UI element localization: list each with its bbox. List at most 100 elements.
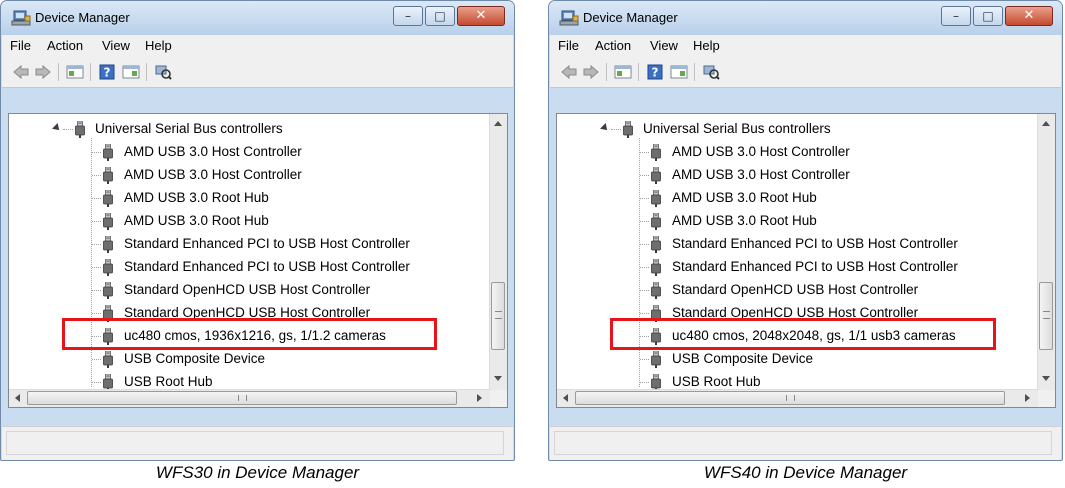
usb-plug-icon — [103, 166, 113, 184]
device-manager-window: Device Manager – □ ✕ File Action View He… — [0, 0, 515, 461]
tree-line — [92, 175, 101, 176]
horizontal-scroll-thumb[interactable] — [27, 391, 457, 405]
scroll-right-icon[interactable] — [477, 394, 482, 402]
vertical-scroll-thumb[interactable] — [1039, 282, 1053, 350]
scroll-down-icon[interactable] — [494, 376, 502, 381]
tree-line — [92, 313, 101, 314]
scroll-up-icon[interactable] — [494, 121, 502, 126]
tree-item-device[interactable]: AMD USB 3.0 Host Controller — [9, 141, 485, 164]
tree-item-device[interactable]: Standard Enhanced PCI to USB Host Contro… — [557, 256, 1033, 279]
window-title: Device Manager — [583, 10, 678, 25]
device-label: USB Root Hub — [124, 374, 213, 389]
tree-category-usb-controllers[interactable]: Universal Serial Bus controllers — [557, 118, 1033, 141]
menu-action[interactable]: Action — [47, 38, 83, 53]
minimize-button[interactable]: – — [393, 6, 423, 26]
scroll-left-icon[interactable] — [563, 394, 568, 402]
scroll-up-icon[interactable] — [1042, 121, 1050, 126]
tree-line — [92, 152, 101, 153]
collapse-arrow-icon[interactable] — [600, 123, 610, 133]
tree-item-device[interactable]: Standard OpenHCD USB Host Controller — [557, 279, 1033, 302]
tree-item-device[interactable]: USB Composite Device — [557, 348, 1033, 371]
horizontal-scroll-thumb[interactable] — [575, 391, 1005, 405]
vertical-scrollbar[interactable] — [1037, 114, 1055, 390]
tree-item-device[interactable]: AMD USB 3.0 Host Controller — [9, 164, 485, 187]
toolbar-separator — [146, 63, 147, 81]
back-arrow-icon[interactable] — [12, 64, 30, 80]
tree-category-usb-controllers[interactable]: Universal Serial Bus controllers — [9, 118, 485, 141]
toolbar: ? — [2, 57, 513, 88]
usb-plug-icon — [651, 166, 661, 184]
usb-plug-icon — [103, 235, 113, 253]
device-manager-window: Device Manager – □ ✕ File Action View He… — [548, 0, 1063, 461]
horizontal-scrollbar[interactable] — [557, 389, 1039, 407]
properties-pane-icon[interactable] — [122, 64, 140, 80]
tree-line — [640, 359, 649, 360]
menu-help[interactable]: Help — [145, 38, 172, 53]
forward-arrow-icon[interactable] — [582, 64, 600, 80]
toolbar-separator — [638, 63, 639, 81]
help-icon[interactable]: ? — [646, 64, 664, 80]
scroll-right-icon[interactable] — [1025, 394, 1030, 402]
maximize-button[interactable]: □ — [973, 6, 1003, 26]
status-bar — [2, 426, 513, 460]
forward-arrow-icon[interactable] — [34, 64, 52, 80]
tree-item-device[interactable]: AMD USB 3.0 Root Hub — [557, 187, 1033, 210]
tree-line — [63, 129, 73, 130]
close-button[interactable]: ✕ — [457, 6, 505, 26]
tree-item-device[interactable]: Standard Enhanced PCI to USB Host Contro… — [557, 233, 1033, 256]
svg-text:?: ? — [104, 66, 111, 80]
tree-line — [640, 382, 649, 383]
horizontal-scrollbar[interactable] — [9, 389, 491, 407]
device-tree[interactable]: Universal Serial Bus controllers AMD USB … — [8, 113, 508, 408]
tree-item-device[interactable]: Standard Enhanced PCI to USB Host Contro… — [9, 256, 485, 279]
tree-item-device[interactable]: USB Composite Device — [9, 348, 485, 371]
maximize-button[interactable]: □ — [425, 6, 455, 26]
menu-file[interactable]: File — [558, 38, 579, 53]
menu-file[interactable]: File — [10, 38, 31, 53]
tree-item-device[interactable]: AMD USB 3.0 Host Controller — [557, 141, 1033, 164]
properties-pane-icon[interactable] — [670, 64, 688, 80]
tree-item-device[interactable]: Standard Enhanced PCI to USB Host Contro… — [9, 233, 485, 256]
help-icon[interactable]: ? — [98, 64, 116, 80]
tree-item-device[interactable]: Standard OpenHCD USB Host Controller — [9, 279, 485, 302]
maximize-icon: □ — [982, 9, 994, 23]
minimize-button[interactable]: – — [941, 6, 971, 26]
close-button[interactable]: ✕ — [1005, 6, 1053, 26]
tree-item-device[interactable]: AMD USB 3.0 Root Hub — [9, 187, 485, 210]
tree-item-device[interactable]: AMD USB 3.0 Root Hub — [557, 210, 1033, 233]
scroll-left-icon[interactable] — [15, 394, 20, 402]
show-hide-console-tree-icon[interactable] — [614, 64, 632, 80]
tree-line — [640, 313, 649, 314]
vertical-scrollbar[interactable] — [489, 114, 507, 390]
menu-action[interactable]: Action — [595, 38, 631, 53]
collapse-arrow-icon[interactable] — [52, 123, 62, 133]
title-bar[interactable]: Device Manager – □ ✕ — [1, 1, 514, 35]
scan-hardware-icon[interactable] — [154, 64, 172, 80]
scroll-down-icon[interactable] — [1042, 376, 1050, 381]
vertical-scroll-thumb[interactable] — [491, 282, 505, 350]
tree-line — [611, 129, 621, 130]
tree-item-device[interactable]: AMD USB 3.0 Root Hub — [9, 210, 485, 233]
status-pane — [554, 431, 1052, 455]
close-icon: ✕ — [475, 8, 487, 23]
usb-plug-icon — [651, 350, 661, 368]
back-arrow-icon[interactable] — [560, 64, 578, 80]
menu-help[interactable]: Help — [693, 38, 720, 53]
usb-plug-icon — [651, 143, 661, 161]
show-hide-console-tree-icon[interactable] — [66, 64, 84, 80]
toolbar: ? — [550, 57, 1061, 88]
device-label: AMD USB 3.0 Host Controller — [124, 167, 302, 182]
menu-view[interactable]: View — [102, 38, 130, 53]
device-label: AMD USB 3.0 Root Hub — [124, 190, 269, 205]
usb-plug-icon — [103, 212, 113, 230]
minimize-icon: – — [953, 9, 959, 23]
menu-view[interactable]: View — [650, 38, 678, 53]
usb-plug-icon — [103, 143, 113, 161]
status-pane — [6, 431, 504, 455]
scan-hardware-icon[interactable] — [702, 64, 720, 80]
tree-item-device[interactable]: AMD USB 3.0 Host Controller — [557, 164, 1033, 187]
toolbar-separator — [58, 63, 59, 81]
device-tree[interactable]: Universal Serial Bus controllers AMD USB … — [556, 113, 1056, 408]
title-bar[interactable]: Device Manager – □ ✕ — [549, 1, 1062, 35]
tree-line — [640, 198, 649, 199]
